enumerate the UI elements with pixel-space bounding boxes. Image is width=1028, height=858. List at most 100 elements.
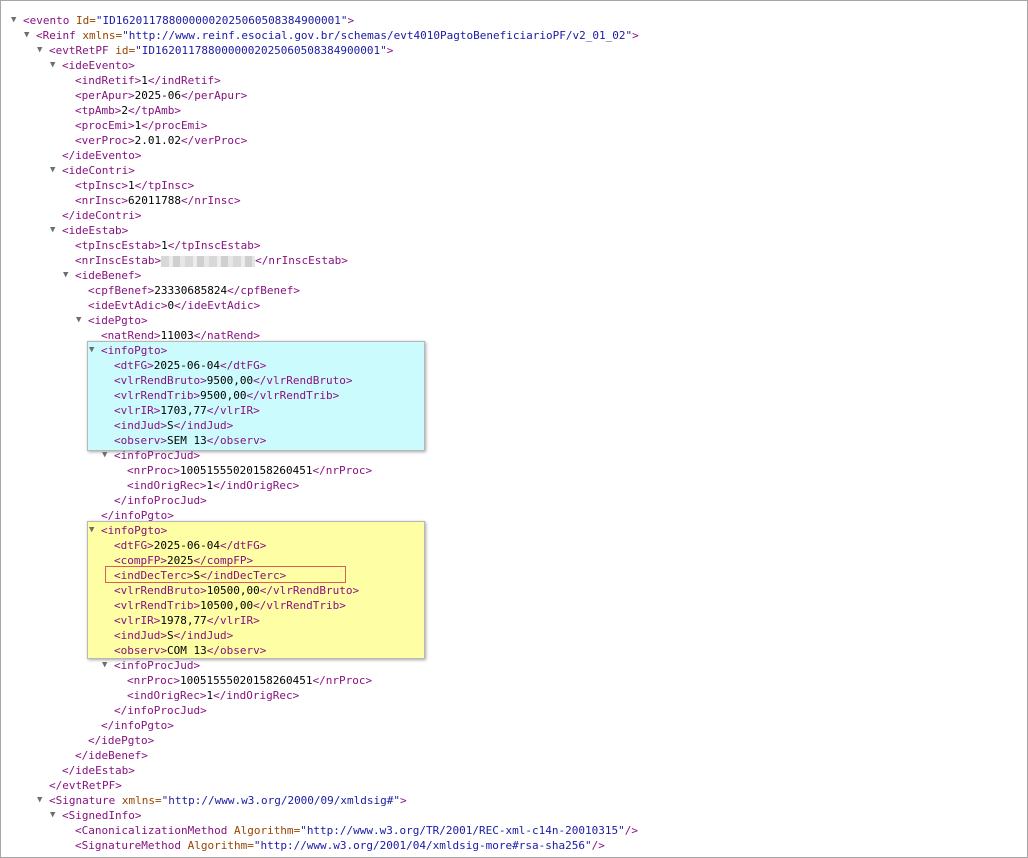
xml-close-tag-name: vlrRendBruto bbox=[266, 374, 346, 387]
triangle-down-icon[interactable]: ▼ bbox=[50, 808, 60, 823]
xml-line-tpamb: <tpAmb>2</tpAmb> bbox=[75, 104, 181, 117]
xml-tag-name: observ bbox=[120, 434, 161, 447]
xml-tag-name: procEmi bbox=[81, 119, 128, 132]
xml-line-indjud: <indJud>S</indJud> bbox=[114, 419, 234, 432]
xml-text-value: 1 bbox=[141, 74, 148, 87]
xml-tag-name: nrProc bbox=[133, 674, 174, 687]
xml-line-vlrrendtrib: <vlrRendTrib>9500,00</vlrRendTrib> bbox=[114, 389, 340, 402]
xml-tag-name: observ bbox=[120, 644, 161, 657]
xml-line-infoprocjud: <infoProcJud> bbox=[114, 659, 201, 672]
xml-close-tag-name: observ bbox=[220, 434, 260, 447]
xml-attr-value: http://www.reinf.esocial.gov.br/schemas/… bbox=[128, 29, 626, 42]
xml-line-vlrrendtrib: <vlrRendTrib>10500,00</vlrRendTrib> bbox=[114, 599, 346, 612]
xml-tag-name: ideEstab bbox=[68, 224, 122, 237]
xml-close-tag-name: indJud bbox=[186, 629, 227, 642]
xml-line-signedinfo: <SignedInfo> bbox=[62, 809, 142, 822]
triangle-down-icon[interactable]: ▼ bbox=[102, 658, 112, 673]
xml-line-idepgto: <idePgto> bbox=[88, 314, 148, 327]
xml-text-value: 2025-06-04 bbox=[153, 359, 220, 372]
redacted-value bbox=[161, 255, 256, 267]
xml-text-value: SEM 13 bbox=[167, 434, 207, 447]
xml-line-nrproc: <nrProc>10051555020158260451</nrProc> bbox=[127, 464, 373, 477]
xml-line-procemi: <procEmi>1</procEmi> bbox=[75, 119, 208, 132]
xml-attr-name: id bbox=[115, 44, 129, 57]
xml-close-tag-name: ideEvtAdic bbox=[187, 299, 254, 312]
xml-tag-name: SignatureMethod bbox=[81, 839, 181, 852]
xml-text-value: COM 13 bbox=[167, 644, 207, 657]
xml-line-vlrrendbruto: <vlrRendBruto>9500,00</vlrRendBruto> bbox=[114, 374, 353, 387]
xml-line-infopgto: <infoPgto> bbox=[101, 524, 168, 537]
xml-tag-name: indOrigRec bbox=[133, 479, 200, 492]
xml-tag-name: verProc bbox=[81, 134, 128, 147]
triangle-down-icon[interactable]: ▼ bbox=[63, 268, 73, 283]
triangle-down-icon[interactable]: ▼ bbox=[102, 448, 112, 463]
xml-line-idepgto: </idePgto> bbox=[88, 734, 155, 747]
xml-close-tag-name: indJud bbox=[186, 419, 227, 432]
xml-tag-name: compFP bbox=[120, 554, 161, 567]
xml-tag-name: ideEvento bbox=[75, 149, 135, 162]
xml-tag-name: indOrigRec bbox=[133, 689, 200, 702]
xml-line-compfp: <compFP>2025</compFP> bbox=[114, 554, 254, 567]
xml-tag-name: CanonicalizationMethod bbox=[81, 824, 228, 837]
xml-close-tag-name: verProc bbox=[194, 134, 241, 147]
xml-tag-name: evtRetPF bbox=[55, 44, 109, 57]
xml-line-ideestab: <ideEstab> bbox=[62, 224, 129, 237]
triangle-down-icon[interactable]: ▼ bbox=[50, 223, 60, 238]
triangle-down-icon[interactable]: ▼ bbox=[37, 793, 47, 808]
xml-text-value: 10500,00 bbox=[200, 599, 254, 612]
xml-text-value: 10051555020158260451 bbox=[180, 464, 313, 477]
xml-line-indorigrec: <indOrigRec>1</indOrigRec> bbox=[127, 689, 300, 702]
xml-line-nrinsc: <nrInsc>62011788</nrInsc> bbox=[75, 194, 241, 207]
triangle-down-icon[interactable]: ▼ bbox=[24, 28, 34, 43]
xml-text-value: 2025-06-04 bbox=[153, 539, 220, 552]
xml-text-value: 1703,77 bbox=[160, 404, 207, 417]
xml-line-vlrrendbruto: <vlrRendBruto>10500,00</vlrRendBruto> bbox=[114, 584, 360, 597]
xml-attr-name: xmlns bbox=[121, 794, 155, 807]
xml-tag-name: natRend bbox=[107, 329, 154, 342]
xml-text-value: S bbox=[167, 629, 174, 642]
triangle-down-icon[interactable]: ▼ bbox=[37, 43, 47, 58]
xml-close-tag-name: tpAmb bbox=[141, 104, 175, 117]
xml-text-value: 2025 bbox=[167, 554, 194, 567]
xml-tag-name: infoProcJud bbox=[127, 704, 201, 717]
triangle-down-icon[interactable]: ▼ bbox=[50, 58, 60, 73]
xml-line-infopgto: </infoPgto> bbox=[101, 509, 174, 522]
xml-tag-name: evtRetPF bbox=[62, 779, 116, 792]
xml-tag-name: indJud bbox=[120, 629, 161, 642]
triangle-down-icon[interactable]: ▼ bbox=[89, 343, 99, 358]
xml-attr-value: http://www.w3.org/2000/09/xmldsig# bbox=[168, 794, 394, 807]
xml-close-tag-name: vlrRendTrib bbox=[259, 389, 333, 402]
xml-tag-name: idePgto bbox=[101, 734, 148, 747]
xml-tag-name: Signature bbox=[55, 794, 116, 807]
xml-line-idecontri: <ideContri> bbox=[62, 164, 135, 177]
xml-line-signaturemethod: <SignatureMethod Algorithm="http://www.w… bbox=[75, 839, 605, 852]
xml-line-infoprocjud: <infoProcJud> bbox=[114, 449, 201, 462]
xml-close-tag-name: tpInsc bbox=[147, 179, 188, 192]
xml-text-value: 1 bbox=[161, 239, 168, 252]
xml-close-tag-name: vlrIR bbox=[219, 614, 254, 627]
triangle-down-icon[interactable]: ▼ bbox=[76, 313, 86, 328]
xml-close-tag-name: nrProc bbox=[325, 674, 366, 687]
xml-tag-name: nrInsc bbox=[81, 194, 122, 207]
xml-line-signature: <Signature xmlns="http://www.w3.org/2000… bbox=[49, 794, 407, 807]
xml-text-value: 11003 bbox=[160, 329, 194, 342]
xml-text-value: 2025-06 bbox=[134, 89, 181, 102]
xml-tag-name: ideBenef bbox=[81, 269, 135, 282]
triangle-down-icon[interactable]: ▼ bbox=[50, 163, 60, 178]
xml-text-value: 1 bbox=[128, 179, 135, 192]
xml-tag-name: ideEvtAdic bbox=[94, 299, 161, 312]
xml-close-tag-name: dtFG bbox=[233, 539, 260, 552]
xml-tag-name: dtFG bbox=[120, 539, 148, 552]
xml-text-value: 2 bbox=[121, 104, 128, 117]
xml-text-value: 10051555020158260451 bbox=[180, 674, 313, 687]
xml-attr-name: Algorithm bbox=[187, 839, 248, 852]
xml-tag-name: Reinf bbox=[42, 29, 76, 42]
xml-line-inddecterc: <indDecTerc>S</indDecTerc> bbox=[114, 569, 287, 582]
xml-close-tag-name: vlrRendBruto bbox=[272, 584, 353, 597]
xml-tag-name: infoPgto bbox=[114, 509, 168, 522]
xml-line-ideevento: <ideEvento> bbox=[62, 59, 135, 72]
triangle-down-icon[interactable]: ▼ bbox=[89, 523, 99, 538]
xml-line-dtfg: <dtFG>2025-06-04</dtFG> bbox=[114, 539, 267, 552]
triangle-down-icon[interactable]: ▼ bbox=[11, 13, 21, 28]
xml-line-observ: <observ>SEM 13</observ> bbox=[114, 434, 267, 447]
